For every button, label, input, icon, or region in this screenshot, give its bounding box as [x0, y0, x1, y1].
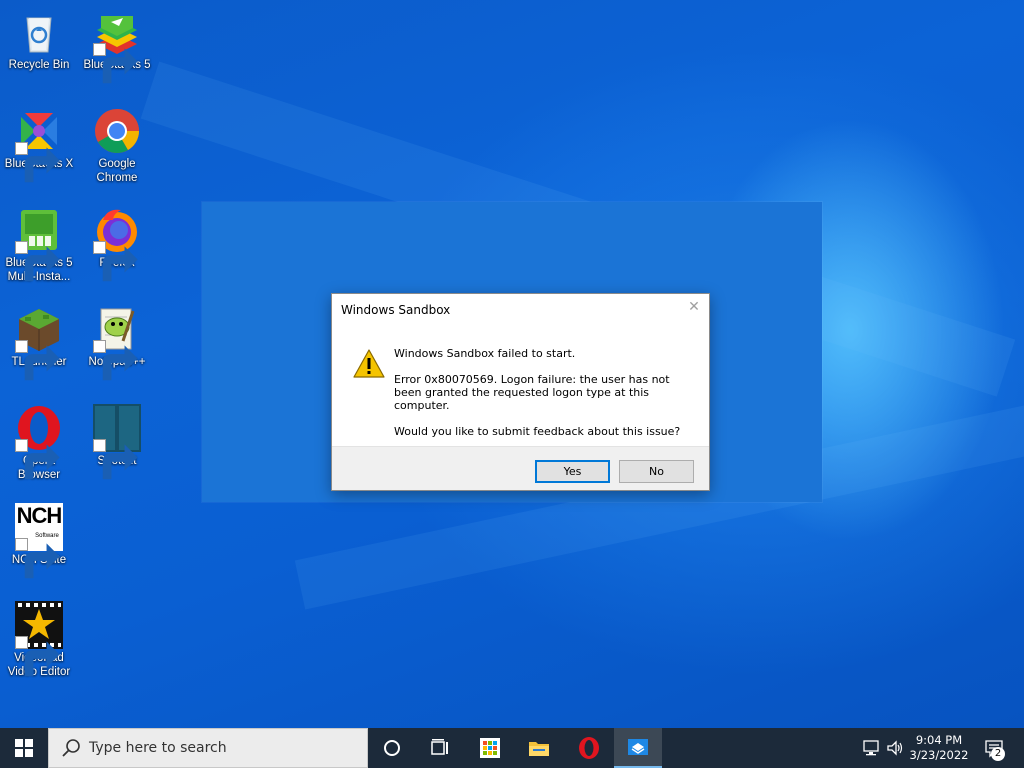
desktop-icon-label: Google Chrome: [96, 158, 138, 184]
dialog-title: Windows Sandbox: [341, 303, 451, 317]
windows-sandbox-icon: [628, 739, 648, 755]
windows-logo-icon: [15, 739, 33, 757]
shortcut-arrow-icon: [93, 241, 138, 282]
network-icon[interactable]: [862, 738, 882, 758]
desktop-icon-bluestacks5[interactable]: BlueStacks 5: [78, 8, 156, 84]
windows-sandbox-taskbar-button[interactable]: [614, 728, 662, 768]
shortcut-arrow-icon: [15, 340, 60, 381]
file-explorer-button[interactable]: [515, 728, 563, 768]
desktop-icon-firefox[interactable]: Firefox: [78, 206, 156, 282]
firefox-icon: [93, 206, 141, 282]
store-icon: [480, 738, 500, 758]
dialog-question: Would you like to submit feedback about …: [394, 425, 681, 438]
desktop-icon-shotcut[interactable]: Shotcut: [78, 404, 156, 480]
nch-logo-text: NCH: [16, 503, 63, 528]
shortcut-arrow-icon: [15, 142, 60, 183]
no-button[interactable]: No: [619, 460, 694, 483]
desktop-icon-nch-suite[interactable]: NCH Software NCH Suite: [0, 503, 78, 579]
search-placeholder: Type here to search: [89, 740, 227, 756]
cortana-icon: [384, 740, 400, 756]
close-icon[interactable]: ✕: [687, 300, 701, 314]
videopad-icon: [15, 601, 63, 677]
desktop-icon-videopad[interactable]: VideoPad Video Editor: [0, 601, 78, 679]
taskbar: Type here to search 9:04 PM 3/23/2022: [0, 728, 1024, 768]
opera-taskbar-button[interactable]: [565, 728, 613, 768]
clock[interactable]: 9:04 PM 3/23/2022: [898, 728, 980, 768]
desktop-icon-bluestacks-multi-instance[interactable]: BlueStacks 5 Multi-Insta...: [0, 206, 78, 284]
yes-button[interactable]: Yes: [535, 460, 610, 483]
notepadpp-icon: [93, 305, 141, 381]
dialog-heading: Windows Sandbox failed to start.: [394, 347, 576, 360]
search-box[interactable]: Type here to search: [48, 728, 368, 768]
opera-icon: [579, 737, 599, 759]
error-dialog: Windows Sandbox ✕ Windows Sandbox failed…: [331, 293, 710, 491]
start-button[interactable]: [0, 728, 48, 768]
tlauncher-icon: [15, 305, 63, 381]
shotcut-icon: [93, 404, 141, 480]
task-view-icon: [431, 739, 448, 755]
clock-date: 3/23/2022: [909, 748, 969, 762]
dialog-message: Windows Sandbox failed to start. Error 0…: [394, 347, 699, 451]
cortana-button[interactable]: [368, 728, 416, 768]
bluestacks5-icon: [93, 8, 141, 84]
search-icon: [62, 739, 80, 757]
shortcut-arrow-icon: [93, 340, 138, 381]
shortcut-arrow-icon: [15, 439, 60, 480]
microsoft-store-button[interactable]: [466, 728, 514, 768]
bluestacks-multi-instance-icon: [15, 206, 63, 282]
chrome-icon: [93, 107, 141, 155]
desktop-icon-bluestacksx[interactable]: BlueStacks X: [0, 107, 78, 183]
nch-suite-icon: NCH Software: [15, 503, 63, 579]
dialog-error-text: Error 0x80070569. Logon failure: the use…: [394, 373, 670, 412]
shortcut-arrow-icon: [93, 439, 138, 480]
desktop-icon-tlauncher[interactable]: TLauncher: [0, 305, 78, 381]
bluestacksx-icon: [15, 107, 63, 183]
recycle-bin-icon: [15, 8, 63, 56]
shortcut-arrow-icon: [93, 43, 138, 84]
desktop-icon-opera[interactable]: Opera Browser: [0, 404, 78, 482]
shortcut-arrow-icon: [15, 636, 60, 677]
desktop-icon-notepadpp[interactable]: Notepad++: [78, 305, 156, 381]
shortcut-arrow-icon: [15, 538, 60, 579]
desktop-icon-chrome[interactable]: Google Chrome: [78, 107, 156, 185]
desktop: Recycle Bin BlueStacks 5: [0, 0, 1024, 728]
dialog-footer: Yes No: [332, 446, 709, 490]
task-view-button[interactable]: [416, 728, 464, 768]
warning-icon: [353, 349, 385, 378]
shortcut-arrow-icon: [15, 241, 60, 282]
file-explorer-icon: [529, 742, 549, 756]
desktop-icon-label: Recycle Bin: [8, 59, 70, 71]
clock-time: 9:04 PM: [915, 733, 963, 747]
notification-count-badge: 2: [991, 747, 1005, 761]
opera-icon: [15, 404, 63, 480]
desktop-icon-recycle-bin[interactable]: Recycle Bin: [0, 8, 78, 72]
